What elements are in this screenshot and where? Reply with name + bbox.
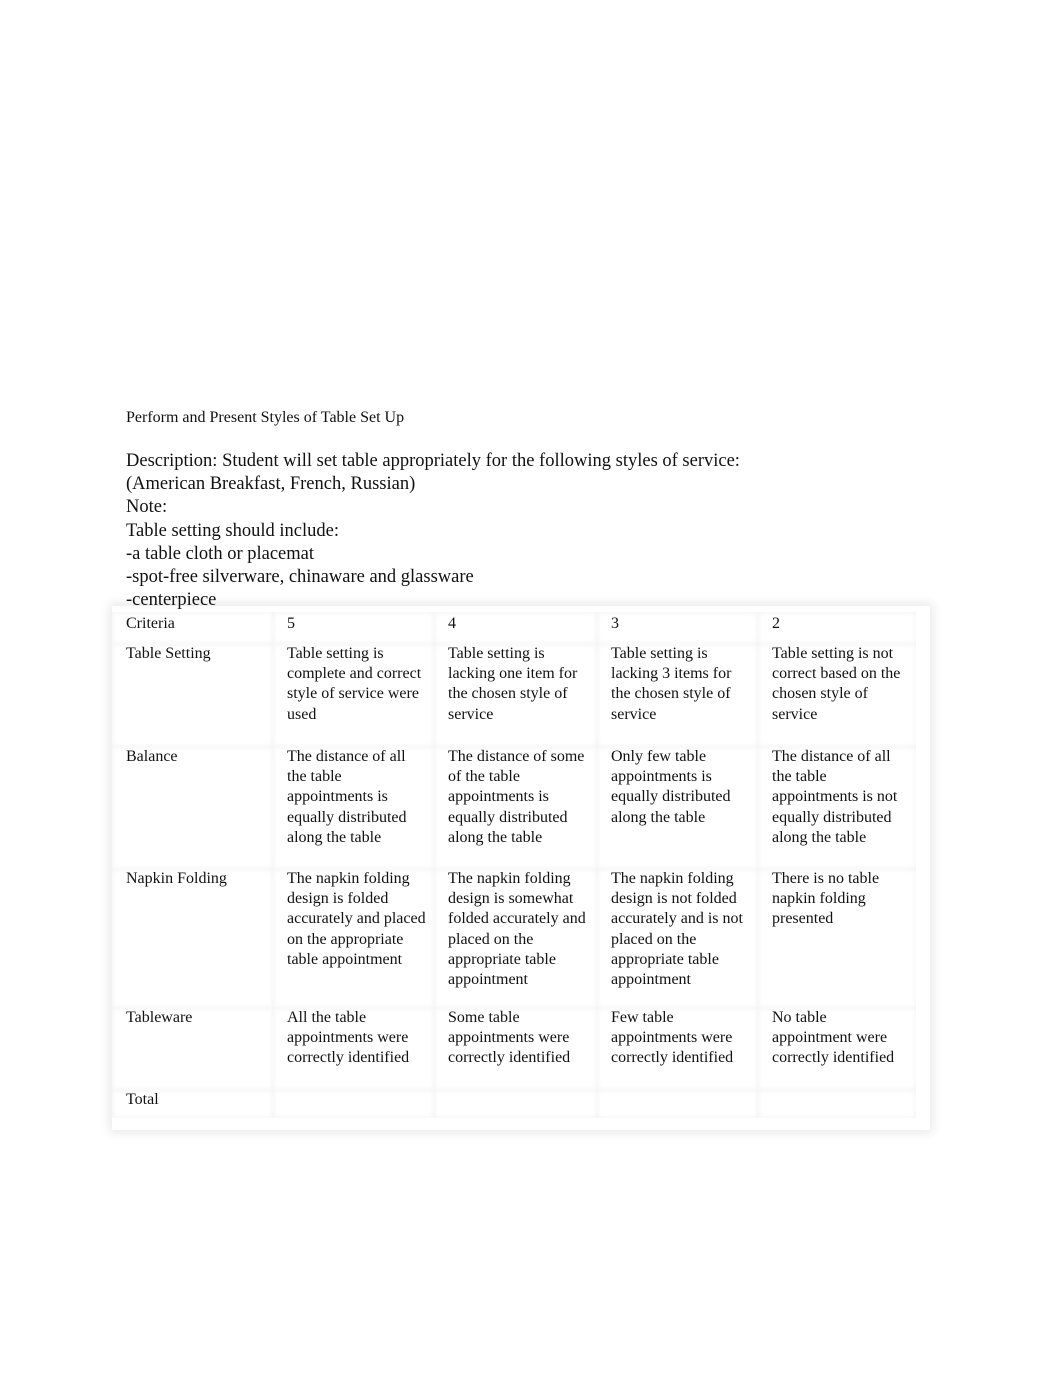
- rubric-cell: There is no table napkin folding present…: [758, 869, 916, 1008]
- total-cell: [758, 1090, 916, 1118]
- total-cell: [273, 1090, 434, 1118]
- document-title: Perform and Present Styles of Table Set …: [126, 409, 405, 426]
- rubric-cell: The distance of some of the table appoin…: [434, 747, 597, 869]
- rubric-cell: Table setting is complete and correct st…: [273, 644, 434, 747]
- total-row: Total: [112, 1090, 916, 1118]
- rubric-cell: The napkin folding design is not folded …: [597, 869, 758, 1008]
- rubric-cell: The napkin folding design is folded accu…: [273, 869, 434, 1008]
- rubric-cell: Some table appointments were correctly i…: [434, 1008, 597, 1090]
- description-line: -spot-free silverware, chinaware and gla…: [126, 567, 474, 588]
- criteria-cell: Balance: [112, 747, 273, 869]
- description-line: Description: Student will set table appr…: [126, 451, 740, 471]
- header-score-3: 3: [597, 612, 758, 644]
- criteria-cell: Total: [112, 1090, 273, 1118]
- criteria-cell: Table Setting: [112, 644, 273, 747]
- rubric-table: Criteria 5 4 3 2 Table Setting Table set…: [112, 612, 916, 1118]
- table-header-row: Criteria 5 4 3 2: [112, 612, 916, 644]
- header-score-2: 2: [758, 612, 916, 644]
- rubric-cell: The distance of all the table appointmen…: [273, 747, 434, 869]
- description-line: -a table cloth or placemat: [126, 543, 314, 564]
- rubric-cell: All the table appointments were correctl…: [273, 1008, 434, 1090]
- header-score-5: 5: [273, 612, 434, 644]
- table-row: Balance The distance of all the table ap…: [112, 747, 916, 869]
- rubric-cell: The distance of all the table appointmen…: [758, 747, 916, 869]
- rubric-cell: Table setting is lacking 3 items for the…: [597, 644, 758, 747]
- header-score-4: 4: [434, 612, 597, 644]
- table-row: Table Setting Table setting is complete …: [112, 644, 916, 747]
- description-line: Note:: [126, 497, 168, 518]
- description-line: Table setting should include:: [126, 520, 339, 541]
- rubric-cell: The napkin folding design is somewhat fo…: [434, 869, 597, 1008]
- total-cell: [434, 1090, 597, 1118]
- rubric-cell: Few table appointments were correctly id…: [597, 1008, 758, 1090]
- description-block: Description: Student will set table appr…: [126, 450, 740, 612]
- rubric-cell: Table setting is not correct based on th…: [758, 644, 916, 747]
- criteria-cell: Tableware: [112, 1008, 273, 1090]
- table-row: Tableware All the table appointments wer…: [112, 1008, 916, 1090]
- header-criteria: Criteria: [112, 612, 273, 644]
- criteria-cell: Napkin Folding: [112, 869, 273, 1008]
- description-line: (American Breakfast, French, Russian): [126, 474, 416, 495]
- total-cell: [597, 1090, 758, 1118]
- rubric-cell: No table appointment were correctly iden…: [758, 1008, 916, 1090]
- rubric-cell: Only few table appointments is equally d…: [597, 747, 758, 869]
- table-row: Napkin Folding The napkin folding design…: [112, 869, 916, 1008]
- rubric-cell: Table setting is lacking one item for th…: [434, 644, 597, 747]
